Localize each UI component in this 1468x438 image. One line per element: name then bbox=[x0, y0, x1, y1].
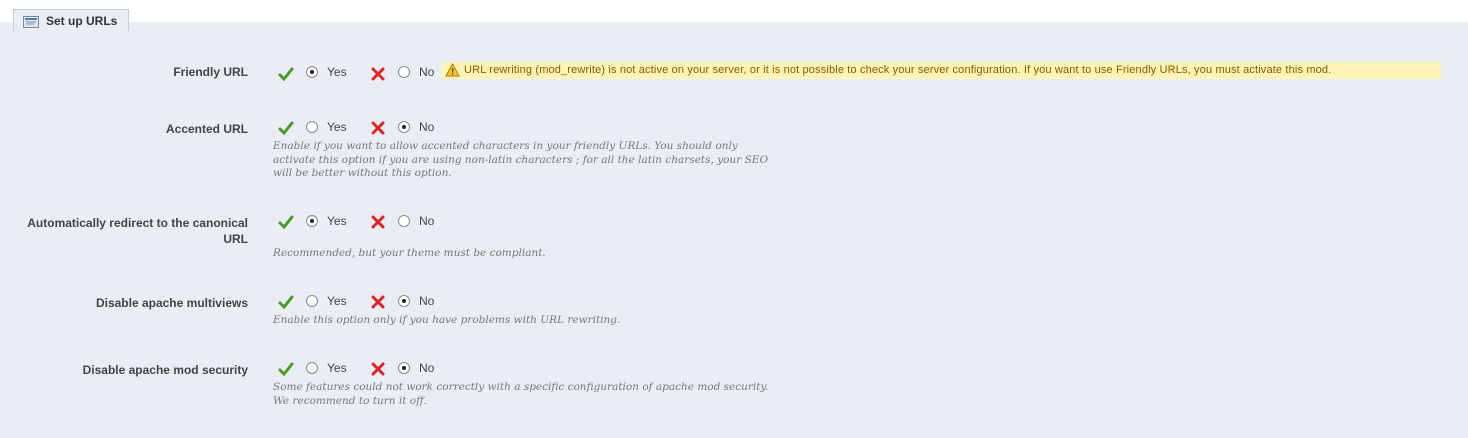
accented-url-yes-radio[interactable] bbox=[306, 121, 318, 133]
accented-url-no-label[interactable]: No bbox=[419, 120, 434, 134]
friendly-url-no-radio[interactable] bbox=[398, 66, 410, 78]
friendly-url-no-label[interactable]: No bbox=[419, 65, 434, 79]
cross-icon bbox=[370, 120, 386, 136]
disable-multiviews-label: Disable apache multiviews bbox=[95, 296, 248, 310]
accented-url-yes-label[interactable]: Yes bbox=[327, 120, 347, 134]
settings-panel-icon bbox=[23, 15, 39, 28]
disable-multiviews-no-label[interactable]: No bbox=[419, 294, 434, 308]
disable-mod-security-no-label[interactable]: No bbox=[419, 361, 434, 375]
warning-text: URL rewriting (mod_rewrite) is not activ… bbox=[464, 64, 1332, 76]
check-icon bbox=[278, 294, 294, 310]
disable-mod-security-no-radio[interactable] bbox=[398, 362, 410, 374]
warning-icon bbox=[445, 62, 460, 77]
accented-url-no-radio[interactable] bbox=[398, 121, 410, 133]
canonical-redirect-no-radio[interactable] bbox=[398, 215, 410, 227]
check-icon bbox=[278, 66, 294, 82]
cross-icon bbox=[370, 66, 386, 82]
accented-url-label: Accented URL bbox=[165, 122, 248, 136]
canonical-redirect-hint: Recommended, but your theme must be comp… bbox=[273, 247, 546, 259]
section-title: Set up URLs bbox=[46, 14, 118, 28]
disable-multiviews-no-radio[interactable] bbox=[398, 295, 410, 307]
friendly-url-yes-label[interactable]: Yes bbox=[327, 65, 347, 79]
canonical-redirect-yes-radio[interactable] bbox=[306, 215, 318, 227]
canonical-redirect-label: Automatically redirect to the canonical … bbox=[27, 216, 248, 246]
disable-multiviews-yes-label[interactable]: Yes bbox=[327, 294, 347, 308]
friendly-url-label: Friendly URL bbox=[173, 65, 248, 79]
canonical-redirect-no-label[interactable]: No bbox=[419, 214, 434, 228]
disable-mod-security-hint: Some features could not work correctly w… bbox=[273, 381, 769, 407]
mod-rewrite-warning: URL rewriting (mod_rewrite) is not activ… bbox=[442, 62, 1441, 79]
disable-mod-security-label: Disable apache mod security bbox=[82, 363, 248, 377]
disable-multiviews-yes-radio[interactable] bbox=[306, 295, 318, 307]
check-icon bbox=[278, 361, 294, 377]
canonical-redirect-yes-label[interactable]: Yes bbox=[327, 214, 347, 228]
check-icon bbox=[278, 214, 294, 230]
cross-icon bbox=[370, 214, 386, 230]
disable-mod-security-yes-radio[interactable] bbox=[306, 362, 318, 374]
accented-url-hint: Enable if you want to allow accented cha… bbox=[273, 140, 769, 179]
disable-multiviews-hint: Enable this option only if you have prob… bbox=[273, 314, 621, 326]
check-icon bbox=[278, 120, 294, 136]
disable-mod-security-yes-label[interactable]: Yes bbox=[327, 361, 347, 375]
cross-icon bbox=[370, 361, 386, 377]
friendly-url-yes-radio[interactable] bbox=[306, 66, 318, 78]
cross-icon bbox=[370, 294, 386, 310]
section-legend: Set up URLs bbox=[13, 9, 129, 31]
